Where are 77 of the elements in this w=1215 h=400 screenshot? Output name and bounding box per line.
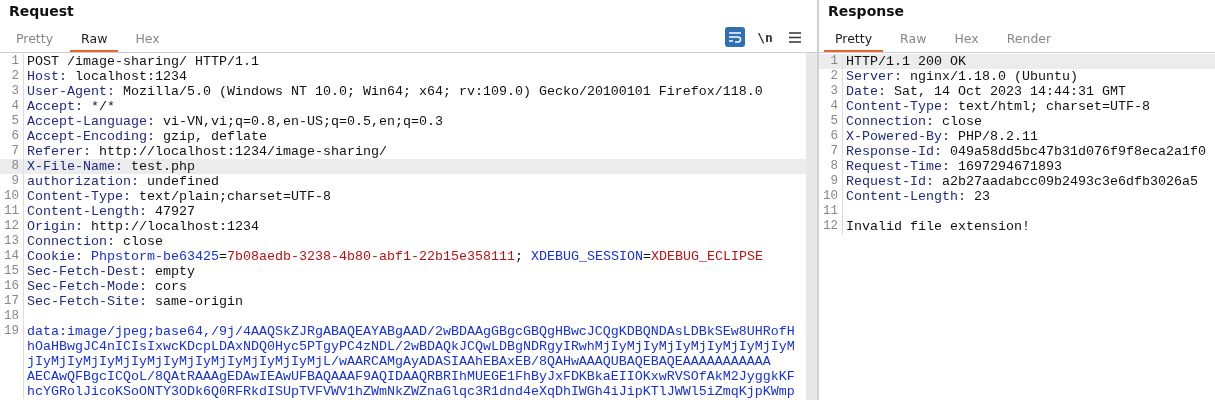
line-number: 3: [0, 84, 24, 99]
code-line: Invalid file extension!: [845, 219, 1030, 234]
line-number: 12: [0, 219, 24, 234]
code-line: Content-Length: 47927: [26, 204, 195, 219]
line-number: 3: [819, 84, 843, 99]
code-line: data:image/jpeg;base64,/9j/4AAQSkZJRgABAQEAYABgAAD/2wBDAAgGBgcGBQgHBwcJCQgKDBQNDAsLDBkSEw8UHRofH: [26, 324, 795, 339]
view-tab[interactable]: Hex: [943, 31, 990, 52]
code-line: Content-Type: text/html; charset=UTF-8: [845, 99, 1150, 114]
pane-title: Response: [827, 2, 906, 21]
newline-toggle-button[interactable]: \n: [755, 27, 775, 47]
code-line: Sec-Fetch-Dest: empty: [26, 264, 195, 279]
line-number: 1: [0, 54, 24, 69]
line-number: 18: [0, 309, 24, 324]
line-number: 5: [0, 114, 24, 129]
code-line: jIyMjIyMjIyMjIyMjIyMjIyMjIyMjIyMjIyMjL/wAARCAMgAyADASIAAhEBAxEB/8QAHwAAAQUBAQEBAQEAAAAAAAAAAA: [26, 354, 771, 369]
line-number: 4: [819, 99, 843, 114]
line-number: 6: [819, 129, 843, 144]
code-line: Sec-Fetch-Mode: cors: [26, 279, 187, 294]
line-number: 6: [0, 129, 24, 144]
line-number: 15: [0, 264, 24, 279]
view-tab[interactable]: Pretty: [5, 31, 65, 52]
pane-title: Request: [8, 2, 75, 21]
view-tab[interactable]: Raw: [889, 31, 938, 52]
line-number: 12: [819, 219, 843, 234]
line-number: 9: [819, 174, 843, 189]
line-number: 10: [819, 189, 843, 204]
line-number: 4: [0, 99, 24, 114]
code-line: Response-Id: 049a58dd5bc47b31d076f9f8eca2a1f0: [845, 144, 1206, 159]
line-number: 10: [0, 189, 24, 204]
line-number: 8: [819, 159, 843, 174]
line-number: 17: [0, 294, 24, 309]
code-line: AECAwQFBgcICQoL/8QAtRAAAgEDAwIEAwUFBAQAAAF9AQIDAAQRBRIhMUEGE1FhByJxFDKBkaEIIOKxwRVSOfAkM2JyggkKF: [26, 369, 795, 384]
code-line: hOaHBwgJC4nICIsIxwcKDcpLDAxNDQ0Hyc5PTgyPC4zNDL/2wBDAQkJCQwLDBgNDRgyIRwhMjIyMjIyMjIyMjIyMjIyMjIyM: [26, 339, 795, 354]
code-line: User-Agent: Mozilla/5.0 (Windows NT 10.0; Win64; x64; rv:109.0) Gecko/20100101 Firefox/118.0: [26, 84, 763, 99]
line-number: 2: [819, 69, 843, 84]
code-line: Server: nginx/1.18.0 (Ubuntu): [845, 69, 1078, 84]
line-number: 9: [0, 174, 24, 189]
code-line: Request-Id: a2b27aadabcc09b2493c3e6dfb3026a5: [845, 174, 1198, 189]
line-number: 16: [0, 279, 24, 294]
code-line: Origin: http://localhost:1234: [26, 219, 259, 234]
code-line: HTTP/1.1 200 OK: [845, 54, 966, 69]
code-line: Cookie: Phpstorm-be63425=7b08aedb-3238-4b80-abf1-22b15e358111; XDEBUG_SESSION=XDEBUG_ECLIPSE: [26, 249, 763, 264]
code-line: Date: Sat, 14 Oct 2023 14:44:31 GMT: [845, 84, 1126, 99]
code-line: Request-Time: 1697294671893: [845, 159, 1062, 174]
code-line: Content-Type: text/plain;charset=UTF-8: [26, 189, 331, 204]
view-tab[interactable]: Raw: [70, 31, 119, 52]
line-number: 11: [819, 204, 843, 219]
code-line: Connection: close: [26, 234, 163, 249]
line-number: 2: [0, 69, 24, 84]
code-line: Connection: close: [845, 114, 982, 129]
line-number: 8: [0, 159, 24, 174]
code-line: Accept-Language: vi-VN,vi;q=0.8,en-US;q=0.5,en;q=0.3: [26, 114, 443, 129]
menu-icon: [789, 31, 801, 43]
line-number: 5: [819, 114, 843, 129]
line-number: 19: [0, 324, 24, 339]
line-number: 7: [819, 144, 843, 159]
code-line: POST /image-sharing/ HTTP/1.1: [26, 54, 259, 69]
line-number: 1: [819, 54, 843, 69]
view-tab[interactable]: Hex: [124, 31, 171, 52]
scrollbar[interactable]: [806, 53, 817, 400]
view-tab[interactable]: Render: [995, 31, 1063, 52]
line-number: 11: [0, 204, 24, 219]
code-line: Host: localhost:1234: [26, 69, 187, 84]
code-line: authorization: undefined: [26, 174, 219, 189]
wrap-icon: [728, 31, 742, 43]
code-line: X-File-Name: test.php: [26, 159, 195, 174]
code-line: Referer: http://localhost:1234/image-sharing/: [26, 144, 387, 159]
code-line: Sec-Fetch-Site: same-origin: [26, 294, 243, 309]
code-line: hcYGRolJicoKSoONTY3ODk6Q0RFRkdISUpTVFVWV1hZWmNkZWZnaGlqc3R1dnd4eXqDhIWGh4iJipKTlJWWl5iZmqKjpKWmp: [26, 384, 795, 399]
code-line: Accept-Encoding: gzip, deflate: [26, 129, 267, 144]
code-line: Accept: */*: [26, 99, 115, 114]
line-number: 14: [0, 249, 24, 264]
code-line: Content-Length: 23: [845, 189, 990, 204]
wrap-button[interactable]: [725, 27, 745, 47]
code-line: X-Powered-By: PHP/8.2.11: [845, 129, 1038, 144]
line-number: 13: [0, 234, 24, 249]
view-tab[interactable]: Pretty: [824, 31, 884, 52]
